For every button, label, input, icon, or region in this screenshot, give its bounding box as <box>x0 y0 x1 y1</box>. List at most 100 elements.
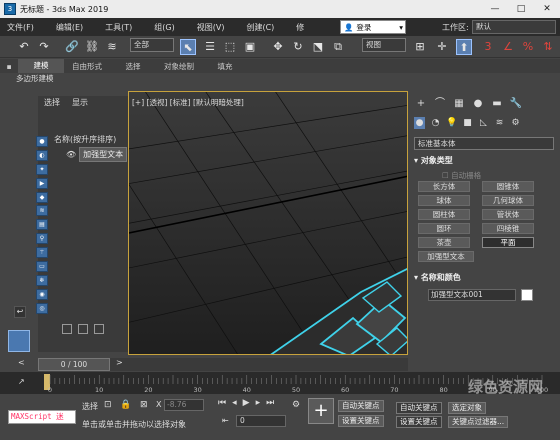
rotate-icon[interactable]: ↻ <box>290 39 306 55</box>
modify-tab-icon[interactable]: ⌒ <box>433 97 447 111</box>
filter-helpers-icon[interactable]: ◆ <box>36 191 48 203</box>
scene-tab-display[interactable]: 显示 <box>66 97 94 111</box>
object-color-swatch[interactable] <box>521 289 533 301</box>
close-button[interactable]: ✕ <box>534 0 560 18</box>
curve-editor-icon[interactable]: ↗ <box>18 377 25 386</box>
percent-snap-icon[interactable]: % <box>520 39 536 55</box>
tube-button[interactable]: 管状体 <box>482 209 534 220</box>
hierarchy-tab-icon[interactable]: ▦ <box>452 97 466 111</box>
geosphere-button[interactable]: 几何球体 <box>482 195 534 206</box>
current-frame-field[interactable]: 0 <box>236 415 286 427</box>
lights-category-icon[interactable]: 💡 <box>446 117 457 129</box>
scene-column-header[interactable]: 名称(按升序排序) <box>54 134 116 145</box>
maxscript-listener[interactable]: MAXScript 迷 <box>8 410 76 424</box>
cameras-category-icon[interactable]: ■ <box>462 117 473 129</box>
sort-toggle-icon[interactable] <box>78 324 88 334</box>
spacewarps-category-icon[interactable]: ≋ <box>494 117 505 129</box>
ribbon-tab-object-paint[interactable]: 对象绘制 <box>156 61 202 72</box>
selected-object-dropdown[interactable]: 选定对象 <box>448 402 486 414</box>
move-icon[interactable]: ✥ <box>270 39 286 55</box>
menu-create[interactable]: 创建(C) <box>239 22 281 33</box>
perspective-viewport[interactable] <box>128 91 408 355</box>
autogrid-checkbox[interactable]: ☐ 自动栅格 <box>442 170 481 181</box>
object-name-field[interactable]: 加强型文本001 <box>428 289 516 301</box>
filter-containers-icon[interactable]: ▭ <box>36 261 48 273</box>
scene-object-row[interactable]: 👁 加强型文本 <box>66 147 128 162</box>
placement-icon[interactable]: ⧉ <box>330 39 346 55</box>
key-mode-icon[interactable]: ⇤ <box>222 416 229 425</box>
viewport-layout-icon[interactable] <box>8 330 30 352</box>
previous-frame-icon[interactable]: ◂ <box>232 398 237 408</box>
menu-group[interactable]: 组(G) <box>147 22 181 33</box>
filter-hidden-icon[interactable]: ◉ <box>36 288 48 300</box>
select-by-name-icon[interactable]: ☰ <box>202 39 218 55</box>
play-icon[interactable]: ▶ <box>243 398 250 408</box>
filter-spacewarps-icon[interactable]: ≋ <box>36 205 48 217</box>
pivot-center-icon[interactable]: ⊞ <box>412 39 428 55</box>
explorer-pin-icon[interactable]: ↩ <box>14 306 26 318</box>
auto-key-button[interactable]: 自动关键点 <box>338 400 384 412</box>
scene-tab-select[interactable]: 选择 <box>38 97 66 111</box>
redo-icon[interactable]: ↷ <box>36 39 52 55</box>
menu-modify[interactable]: 修 <box>289 22 311 33</box>
filter-shapes-icon[interactable]: ◐ <box>36 149 48 161</box>
maximize-button[interactable]: □ <box>508 0 534 18</box>
select-object-icon[interactable]: ⬉ <box>180 39 196 55</box>
sphere-button[interactable]: 球体 <box>418 195 470 206</box>
ribbon-tab-populate[interactable]: 填充 <box>202 61 248 72</box>
scale-icon[interactable]: ⬔ <box>310 39 326 55</box>
set-key-label[interactable]: 设置关键点 <box>396 416 442 428</box>
snaps-toggle-icon[interactable]: 3 <box>480 39 496 55</box>
filter-frozen-icon[interactable]: ❄ <box>36 274 48 286</box>
filter-cameras-icon[interactable]: ▶ <box>36 177 48 189</box>
ribbon-tab-freeform[interactable]: 自由形式 <box>64 61 110 72</box>
pyramid-button[interactable]: 四棱锥 <box>482 223 534 234</box>
undo-icon[interactable]: ↶ <box>16 39 32 55</box>
minimize-button[interactable]: — <box>482 0 508 18</box>
selection-filter-dropdown[interactable]: 全部 <box>130 38 174 52</box>
systems-category-icon[interactable]: ⚙ <box>510 117 521 129</box>
filter-bones-icon[interactable]: ⚚ <box>36 247 48 259</box>
next-frame-arrow[interactable]: > <box>116 358 123 367</box>
select-manipulate-icon[interactable]: ✛ <box>434 39 450 55</box>
menu-view[interactable]: 视图(V) <box>190 22 232 33</box>
window-crossing-icon[interactable]: ▣ <box>242 39 258 55</box>
menu-file[interactable]: 文件(F) <box>0 22 41 33</box>
helpers-category-icon[interactable]: ◺ <box>478 117 489 129</box>
name-color-rollout-header[interactable]: ▾ 名称和颜色 <box>414 272 554 283</box>
create-tab-icon[interactable]: + <box>414 97 428 111</box>
box-button[interactable]: 长方体 <box>418 181 470 192</box>
filter-lights-icon[interactable]: ✦ <box>36 163 48 175</box>
shapes-category-icon[interactable]: ◔ <box>430 117 441 129</box>
go-to-start-icon[interactable]: ⏮ <box>218 398 226 408</box>
auto-key-label[interactable]: 自动关键点 <box>396 402 442 414</box>
plane-button[interactable]: 平面 <box>482 237 534 248</box>
set-key-plus-button[interactable]: + <box>308 398 334 424</box>
collapse-toggle-icon[interactable] <box>94 324 104 334</box>
angle-snap-icon[interactable]: ∠ <box>500 39 516 55</box>
filter-xrefs-icon[interactable]: ⚲ <box>36 233 48 245</box>
ribbon-tab-modeling[interactable]: 建模 <box>18 59 64 73</box>
teapot-button[interactable]: 茶壶 <box>418 237 470 248</box>
motion-tab-icon[interactable]: ● <box>471 97 485 111</box>
isolate-selection-icon[interactable]: ⊡ <box>104 400 112 410</box>
utilities-tab-icon[interactable]: 🔧 <box>509 97 523 111</box>
login-button[interactable]: 👤 登录 ▾ <box>340 20 406 34</box>
link-icon[interactable]: 🔗 <box>64 39 80 55</box>
filter-groups-icon[interactable]: ▤ <box>36 219 48 231</box>
layer-toggle-icon[interactable] <box>62 324 72 334</box>
time-slider[interactable]: 0 / 100 <box>38 358 110 371</box>
set-key-button[interactable]: 设置关键点 <box>338 415 384 427</box>
eye-icon[interactable]: 👁 <box>66 150 76 159</box>
key-filters-button[interactable]: 关键点过滤器... <box>448 416 509 428</box>
filter-all-icon[interactable]: ◎ <box>36 302 48 314</box>
workspace-select[interactable]: 默认 <box>472 20 556 34</box>
time-config-icon[interactable]: ⚙ <box>292 400 300 410</box>
geometry-type-dropdown[interactable]: 标准基本体 <box>414 137 554 150</box>
lock-icon[interactable]: 🔒 <box>120 400 131 410</box>
absolute-mode-icon[interactable]: ⊠ <box>140 400 148 410</box>
menu-edit[interactable]: 编辑(E) <box>49 22 90 33</box>
spinner-snap-icon[interactable]: ⇅ <box>540 39 556 55</box>
go-to-end-icon[interactable]: ⏭ <box>266 398 274 408</box>
menu-tools[interactable]: 工具(T) <box>98 22 139 33</box>
